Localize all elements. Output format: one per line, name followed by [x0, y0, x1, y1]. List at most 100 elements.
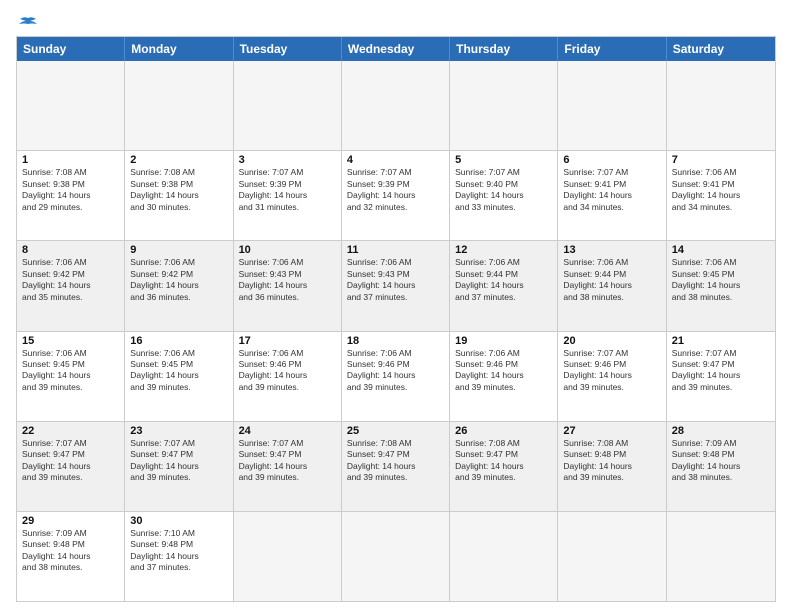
- cal-cell-empty: [234, 61, 342, 150]
- cal-cell-empty: [450, 512, 558, 601]
- calendar-row-5: 29Sunrise: 7:09 AM Sunset: 9:48 PM Dayli…: [17, 512, 775, 601]
- day-info: Sunrise: 7:08 AM Sunset: 9:47 PM Dayligh…: [347, 438, 444, 484]
- day-number: 1: [22, 154, 119, 166]
- cal-cell-day-19: 19Sunrise: 7:06 AM Sunset: 9:46 PM Dayli…: [450, 332, 558, 421]
- day-info: Sunrise: 7:06 AM Sunset: 9:46 PM Dayligh…: [347, 348, 444, 394]
- page: SundayMondayTuesdayWednesdayThursdayFrid…: [0, 0, 792, 612]
- calendar-row-1: 1Sunrise: 7:08 AM Sunset: 9:38 PM Daylig…: [17, 151, 775, 241]
- cal-cell-day-6: 6Sunrise: 7:07 AM Sunset: 9:41 PM Daylig…: [558, 151, 666, 240]
- cal-cell-day-2: 2Sunrise: 7:08 AM Sunset: 9:38 PM Daylig…: [125, 151, 233, 240]
- day-info: Sunrise: 7:10 AM Sunset: 9:48 PM Dayligh…: [130, 528, 227, 574]
- cal-cell-empty: [667, 61, 775, 150]
- day-number: 5: [455, 154, 552, 166]
- day-number: 12: [455, 244, 552, 256]
- calendar-body: 1Sunrise: 7:08 AM Sunset: 9:38 PM Daylig…: [17, 61, 775, 601]
- cal-cell-day-18: 18Sunrise: 7:06 AM Sunset: 9:46 PM Dayli…: [342, 332, 450, 421]
- day-number: 16: [130, 335, 227, 347]
- cal-cell-empty: [234, 512, 342, 601]
- cal-cell-day-15: 15Sunrise: 7:06 AM Sunset: 9:45 PM Dayli…: [17, 332, 125, 421]
- day-number: 18: [347, 335, 444, 347]
- day-number: 19: [455, 335, 552, 347]
- cal-cell-empty: [125, 61, 233, 150]
- day-info: Sunrise: 7:06 AM Sunset: 9:42 PM Dayligh…: [22, 257, 119, 303]
- cal-cell-day-26: 26Sunrise: 7:08 AM Sunset: 9:47 PM Dayli…: [450, 422, 558, 511]
- calendar-header: SundayMondayTuesdayWednesdayThursdayFrid…: [17, 37, 775, 61]
- calendar-row-4: 22 Sunrise: 7:07 AM Sunset: 9:47 PM Dayli…: [17, 422, 775, 512]
- calendar-row-3: 15Sunrise: 7:06 AM Sunset: 9:45 PM Dayli…: [17, 332, 775, 422]
- day-number: 20: [563, 335, 660, 347]
- day-info: Sunrise: 7:07 AM Sunset: 9:46 PM Dayligh…: [563, 348, 660, 394]
- cal-cell-day-10: 10Sunrise: 7:06 AM Sunset: 9:43 PM Dayli…: [234, 241, 342, 330]
- cal-cell-day-4: 4Sunrise: 7:07 AM Sunset: 9:39 PM Daylig…: [342, 151, 450, 240]
- cal-cell-empty: [450, 61, 558, 150]
- day-info: Sunrise: 7:08 AM Sunset: 9:38 PM Dayligh…: [130, 167, 227, 213]
- cal-cell-day-30: 30Sunrise: 7:10 AM Sunset: 9:48 PM Dayli…: [125, 512, 233, 601]
- day-info: Sunrise: 7:07 AM Sunset: 9:47 PM Dayligh…: [130, 438, 227, 484]
- header-day-monday: Monday: [125, 37, 233, 61]
- cal-cell-empty: [667, 512, 775, 601]
- cal-cell-empty: [342, 512, 450, 601]
- day-number: 23: [130, 425, 227, 437]
- cal-cell-day-24: 24Sunrise: 7:07 AM Sunset: 9:47 PM Dayli…: [234, 422, 342, 511]
- day-number: 30: [130, 515, 227, 527]
- day-info: Sunrise: 7:06 AM Sunset: 9:45 PM Dayligh…: [22, 348, 119, 394]
- day-info: Sunrise: 7:06 AM Sunset: 9:43 PM Dayligh…: [239, 257, 336, 303]
- day-info: Sunrise: 7:07 AM Sunset: 9:39 PM Dayligh…: [347, 167, 444, 213]
- cal-cell-day-17: 17Sunrise: 7:06 AM Sunset: 9:46 PM Dayli…: [234, 332, 342, 421]
- day-number: 17: [239, 335, 336, 347]
- cal-cell-day-12: 12Sunrise: 7:06 AM Sunset: 9:44 PM Dayli…: [450, 241, 558, 330]
- cal-cell-day-16: 16Sunrise: 7:06 AM Sunset: 9:45 PM Dayli…: [125, 332, 233, 421]
- calendar: SundayMondayTuesdayWednesdayThursdayFrid…: [16, 36, 776, 602]
- cal-cell-empty: [558, 512, 666, 601]
- day-info: Sunrise: 7:06 AM Sunset: 9:44 PM Dayligh…: [455, 257, 552, 303]
- logo: [16, 16, 38, 28]
- day-info: Sunrise: 7:06 AM Sunset: 9:45 PM Dayligh…: [672, 257, 770, 303]
- cal-cell-empty: [558, 61, 666, 150]
- cal-cell-day-9: 9Sunrise: 7:06 AM Sunset: 9:42 PM Daylig…: [125, 241, 233, 330]
- day-number: 8: [22, 244, 119, 256]
- day-info: Sunrise: 7:06 AM Sunset: 9:41 PM Dayligh…: [672, 167, 770, 213]
- cal-cell-day-1: 1Sunrise: 7:08 AM Sunset: 9:38 PM Daylig…: [17, 151, 125, 240]
- day-number: 9: [130, 244, 227, 256]
- cal-cell-day-5: 5Sunrise: 7:07 AM Sunset: 9:40 PM Daylig…: [450, 151, 558, 240]
- cal-cell-day-14: 14Sunrise: 7:06 AM Sunset: 9:45 PM Dayli…: [667, 241, 775, 330]
- day-info: Sunrise: 7:06 AM Sunset: 9:42 PM Dayligh…: [130, 257, 227, 303]
- cal-cell-day-11: 11Sunrise: 7:06 AM Sunset: 9:43 PM Dayli…: [342, 241, 450, 330]
- day-info: Sunrise: 7:06 AM Sunset: 9:45 PM Dayligh…: [130, 348, 227, 394]
- cal-cell-day-22: 22Sunrise: 7:07 AM Sunset: 9:47 PM Dayli…: [17, 422, 125, 511]
- cal-cell-day-25: 25Sunrise: 7:08 AM Sunset: 9:47 PM Dayli…: [342, 422, 450, 511]
- day-info: Sunrise: 7:07 AM Sunset: 9:39 PM Dayligh…: [239, 167, 336, 213]
- day-number: 21: [672, 335, 770, 347]
- day-number: 22: [22, 425, 119, 437]
- cal-cell-day-27: 27Sunrise: 7:08 AM Sunset: 9:48 PM Dayli…: [558, 422, 666, 511]
- header-day-sunday: Sunday: [17, 37, 125, 61]
- cal-cell-day-13: 13Sunrise: 7:06 AM Sunset: 9:44 PM Dayli…: [558, 241, 666, 330]
- header-day-wednesday: Wednesday: [342, 37, 450, 61]
- day-number: 27: [563, 425, 660, 437]
- logo-bird-icon: [18, 16, 38, 32]
- cal-cell-day-28: 28Sunrise: 7:09 AM Sunset: 9:48 PM Dayli…: [667, 422, 775, 511]
- day-number: 26: [455, 425, 552, 437]
- day-number: 7: [672, 154, 770, 166]
- day-number: 25: [347, 425, 444, 437]
- day-number: 4: [347, 154, 444, 166]
- day-number: 13: [563, 244, 660, 256]
- day-info: Sunrise: 7:07 AM Sunset: 9:47 PM Dayligh…: [672, 348, 770, 394]
- day-info: Sunrise: 7:07 AM Sunset: 9:47 PM Dayligh…: [239, 438, 336, 484]
- cal-cell-day-3: 3Sunrise: 7:07 AM Sunset: 9:39 PM Daylig…: [234, 151, 342, 240]
- cal-cell-day-7: 7Sunrise: 7:06 AM Sunset: 9:41 PM Daylig…: [667, 151, 775, 240]
- day-info: Sunrise: 7:08 AM Sunset: 9:47 PM Dayligh…: [455, 438, 552, 484]
- day-info: Sunrise: 7:07 AM Sunset: 9:40 PM Dayligh…: [455, 167, 552, 213]
- day-number: 28: [672, 425, 770, 437]
- header-day-thursday: Thursday: [450, 37, 558, 61]
- day-info: Sunrise: 7:06 AM Sunset: 9:44 PM Dayligh…: [563, 257, 660, 303]
- day-number: 24: [239, 425, 336, 437]
- day-number: 14: [672, 244, 770, 256]
- day-number: 10: [239, 244, 336, 256]
- day-info: Sunrise: 7:08 AM Sunset: 9:38 PM Dayligh…: [22, 167, 119, 213]
- calendar-row-0: [17, 61, 775, 151]
- day-number: 3: [239, 154, 336, 166]
- day-number: 11: [347, 244, 444, 256]
- cal-cell-day-23: 23Sunrise: 7:07 AM Sunset: 9:47 PM Dayli…: [125, 422, 233, 511]
- header-day-friday: Friday: [558, 37, 666, 61]
